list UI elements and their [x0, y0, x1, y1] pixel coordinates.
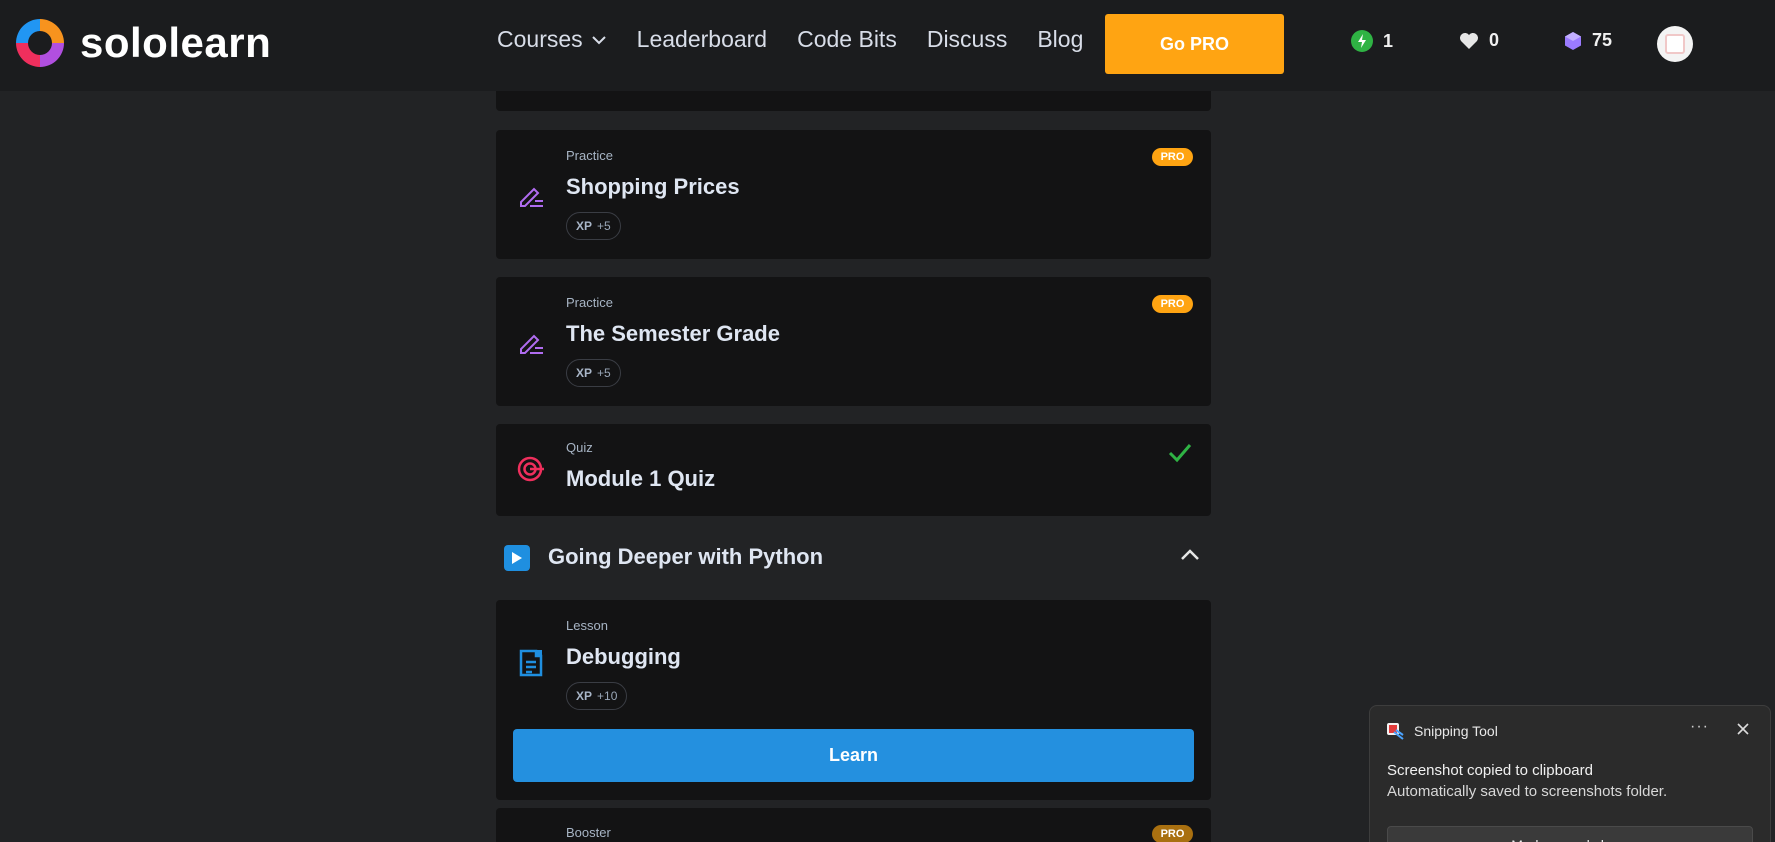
notification-heading: Screenshot copied to clipboard — [1387, 762, 1593, 779]
go-pro-button[interactable]: Go PRO — [1105, 14, 1284, 74]
pencil-lines-icon — [520, 334, 543, 354]
pencil-lines-icon — [520, 187, 543, 207]
checkmark-icon — [1168, 444, 1192, 463]
play-icon — [504, 545, 530, 571]
snipping-tool-notification: Snipping Tool ··· Screenshot copied to c… — [1369, 705, 1771, 842]
document-icon — [519, 649, 543, 677]
chevron-down-icon — [591, 35, 606, 44]
card-title: Debugging — [566, 644, 681, 669]
module-section-header[interactable]: Going Deeper with Python — [496, 537, 1211, 577]
user-avatar[interactable] — [1657, 26, 1693, 62]
xp-label: XP — [576, 366, 593, 380]
section-title: Going Deeper with Python — [548, 544, 824, 569]
card-type: Practice — [566, 295, 613, 310]
chevron-up-icon[interactable] — [1179, 547, 1201, 563]
card-title: Module 1 Quiz — [566, 466, 716, 491]
xp-badge: XP +10 — [566, 682, 628, 710]
hearts-counter[interactable]: 0 — [1459, 30, 1499, 51]
streak-value: 1 — [1383, 30, 1394, 51]
xp-label: XP — [576, 219, 593, 233]
streak-counter[interactable]: 1 — [1351, 30, 1393, 52]
target-icon — [517, 456, 544, 482]
nav-blog[interactable]: Blog — [1037, 26, 1083, 53]
nav-courses[interactable]: Courses — [497, 26, 607, 53]
notification-app-name: Snipping Tool — [1414, 723, 1498, 739]
learn-button[interactable]: Learn — [513, 729, 1194, 782]
nav-discuss[interactable]: Discuss — [927, 26, 1008, 53]
hearts-value: 0 — [1489, 30, 1500, 50]
nav-code-bits-label: Code Bits — [797, 26, 897, 52]
xp-value: +10 — [597, 689, 618, 703]
gems-counter[interactable]: 75 — [1564, 30, 1612, 51]
brand-name: sololearn — [80, 19, 272, 66]
card-type: Practice — [566, 148, 613, 163]
pro-badge: PRO — [1152, 295, 1193, 313]
card-type: Booster — [566, 825, 611, 840]
nav-discuss-label: Discuss — [926, 26, 1008, 52]
brand-logo[interactable]: sololearn — [12, 16, 271, 70]
nav-code-bits[interactable]: Code Bits — [797, 26, 897, 53]
close-icon[interactable] — [1736, 722, 1750, 736]
xp-badge: XP +5 — [566, 359, 621, 387]
card-title: The Semester Grade — [566, 321, 780, 346]
nav-leaderboard-label: Leaderboard — [636, 26, 768, 52]
heart-icon — [1460, 32, 1478, 49]
xp-badge: XP +5 — [566, 212, 621, 240]
xp-value: +5 — [597, 219, 611, 233]
nav-courses-label: Courses — [497, 26, 583, 52]
card-type: Quiz — [566, 440, 593, 455]
card-title: Shopping Prices — [566, 174, 740, 199]
lightning-icon — [1351, 30, 1373, 52]
practice-card-shopping-prices[interactable]: Practice Shopping Prices XP +5 PRO — [496, 130, 1211, 259]
pro-badge: PRO — [1152, 148, 1193, 166]
practice-card-semester-grade[interactable]: Practice The Semester Grade XP +5 PRO — [496, 277, 1211, 406]
xp-value: +5 — [597, 366, 611, 380]
notification-app: Snipping Tool — [1386, 722, 1498, 740]
pro-badge: PRO — [1152, 825, 1193, 842]
gems-value: 75 — [1592, 30, 1613, 50]
avatar-image — [1665, 34, 1685, 54]
mark-up-and-share-button[interactable]: Mark-up and share — [1387, 826, 1753, 842]
more-options-icon[interactable]: ··· — [1690, 718, 1709, 736]
nav-blog-label: Blog — [1037, 26, 1084, 52]
xp-label: XP — [576, 689, 593, 703]
booster-card[interactable]: Booster PRO — [496, 808, 1211, 842]
snipping-tool-icon — [1387, 723, 1404, 740]
sololearn-logo-icon — [16, 19, 64, 67]
gem-icon — [1565, 31, 1581, 50]
nav-leaderboard[interactable]: Leaderboard — [637, 26, 767, 53]
card-type: Lesson — [566, 618, 608, 633]
top-navigation-bar: sololearn Courses Leaderboard Code Bits … — [0, 0, 1775, 91]
quiz-card-module-1[interactable]: Quiz Module 1 Quiz — [496, 424, 1211, 516]
notification-subtext: Automatically saved to screenshots folde… — [1387, 783, 1668, 800]
main-nav: Courses Leaderboard Code Bits Discuss Bl… — [497, 26, 1113, 53]
lesson-card-debugging[interactable]: Lesson Debugging XP +10 Learn — [496, 600, 1211, 800]
